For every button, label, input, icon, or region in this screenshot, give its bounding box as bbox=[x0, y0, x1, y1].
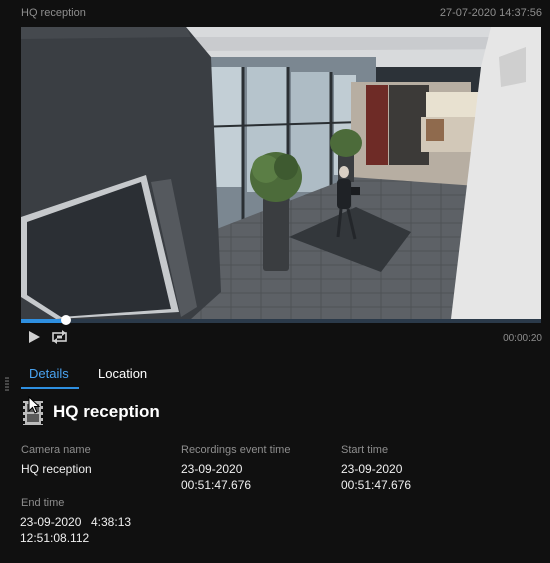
play-button[interactable] bbox=[25, 330, 43, 349]
window-title: HQ reception bbox=[21, 7, 86, 19]
tab-details[interactable]: Details bbox=[29, 366, 69, 381]
header-timestamp: 27-07-2020 14:37:56 bbox=[439, 7, 542, 19]
end-time-value: 12:51:08.112 bbox=[20, 531, 90, 545]
video-frame bbox=[21, 27, 541, 319]
recordings-event-time-value: 00:51:47.676 bbox=[181, 478, 252, 492]
video-player[interactable] bbox=[21, 27, 541, 319]
recordings-event-time-label: Recordings event time bbox=[181, 444, 291, 456]
loop-icon bbox=[51, 329, 69, 349]
start-time-label: Start time bbox=[341, 444, 389, 456]
camera-name-label: Camera name bbox=[21, 444, 91, 456]
drag-grip-icon[interactable] bbox=[5, 377, 9, 391]
start-time-value: 00:51:47.676 bbox=[341, 478, 412, 492]
elapsed-time: 00:00:20 bbox=[503, 333, 542, 344]
tab-location[interactable]: Location bbox=[98, 366, 147, 381]
loop-button[interactable] bbox=[51, 329, 69, 349]
active-tab-indicator bbox=[21, 387, 79, 389]
recordings-event-date-value: 23-09-2020 bbox=[181, 462, 243, 476]
end-overlap-value: 4:38:13 bbox=[91, 515, 132, 529]
end-time-label: End time bbox=[21, 497, 65, 509]
end-date-value: 23-09-2020 bbox=[20, 515, 82, 529]
mouse-cursor-icon bbox=[28, 395, 41, 414]
playback-scrubber[interactable] bbox=[61, 315, 71, 325]
playback-progress bbox=[21, 319, 66, 323]
play-icon bbox=[27, 330, 41, 349]
playback-track[interactable] bbox=[21, 319, 541, 323]
camera-name-value: HQ reception bbox=[21, 462, 92, 476]
camera-title: HQ reception bbox=[53, 402, 160, 421]
start-date-value: 23-09-2020 bbox=[341, 462, 403, 476]
